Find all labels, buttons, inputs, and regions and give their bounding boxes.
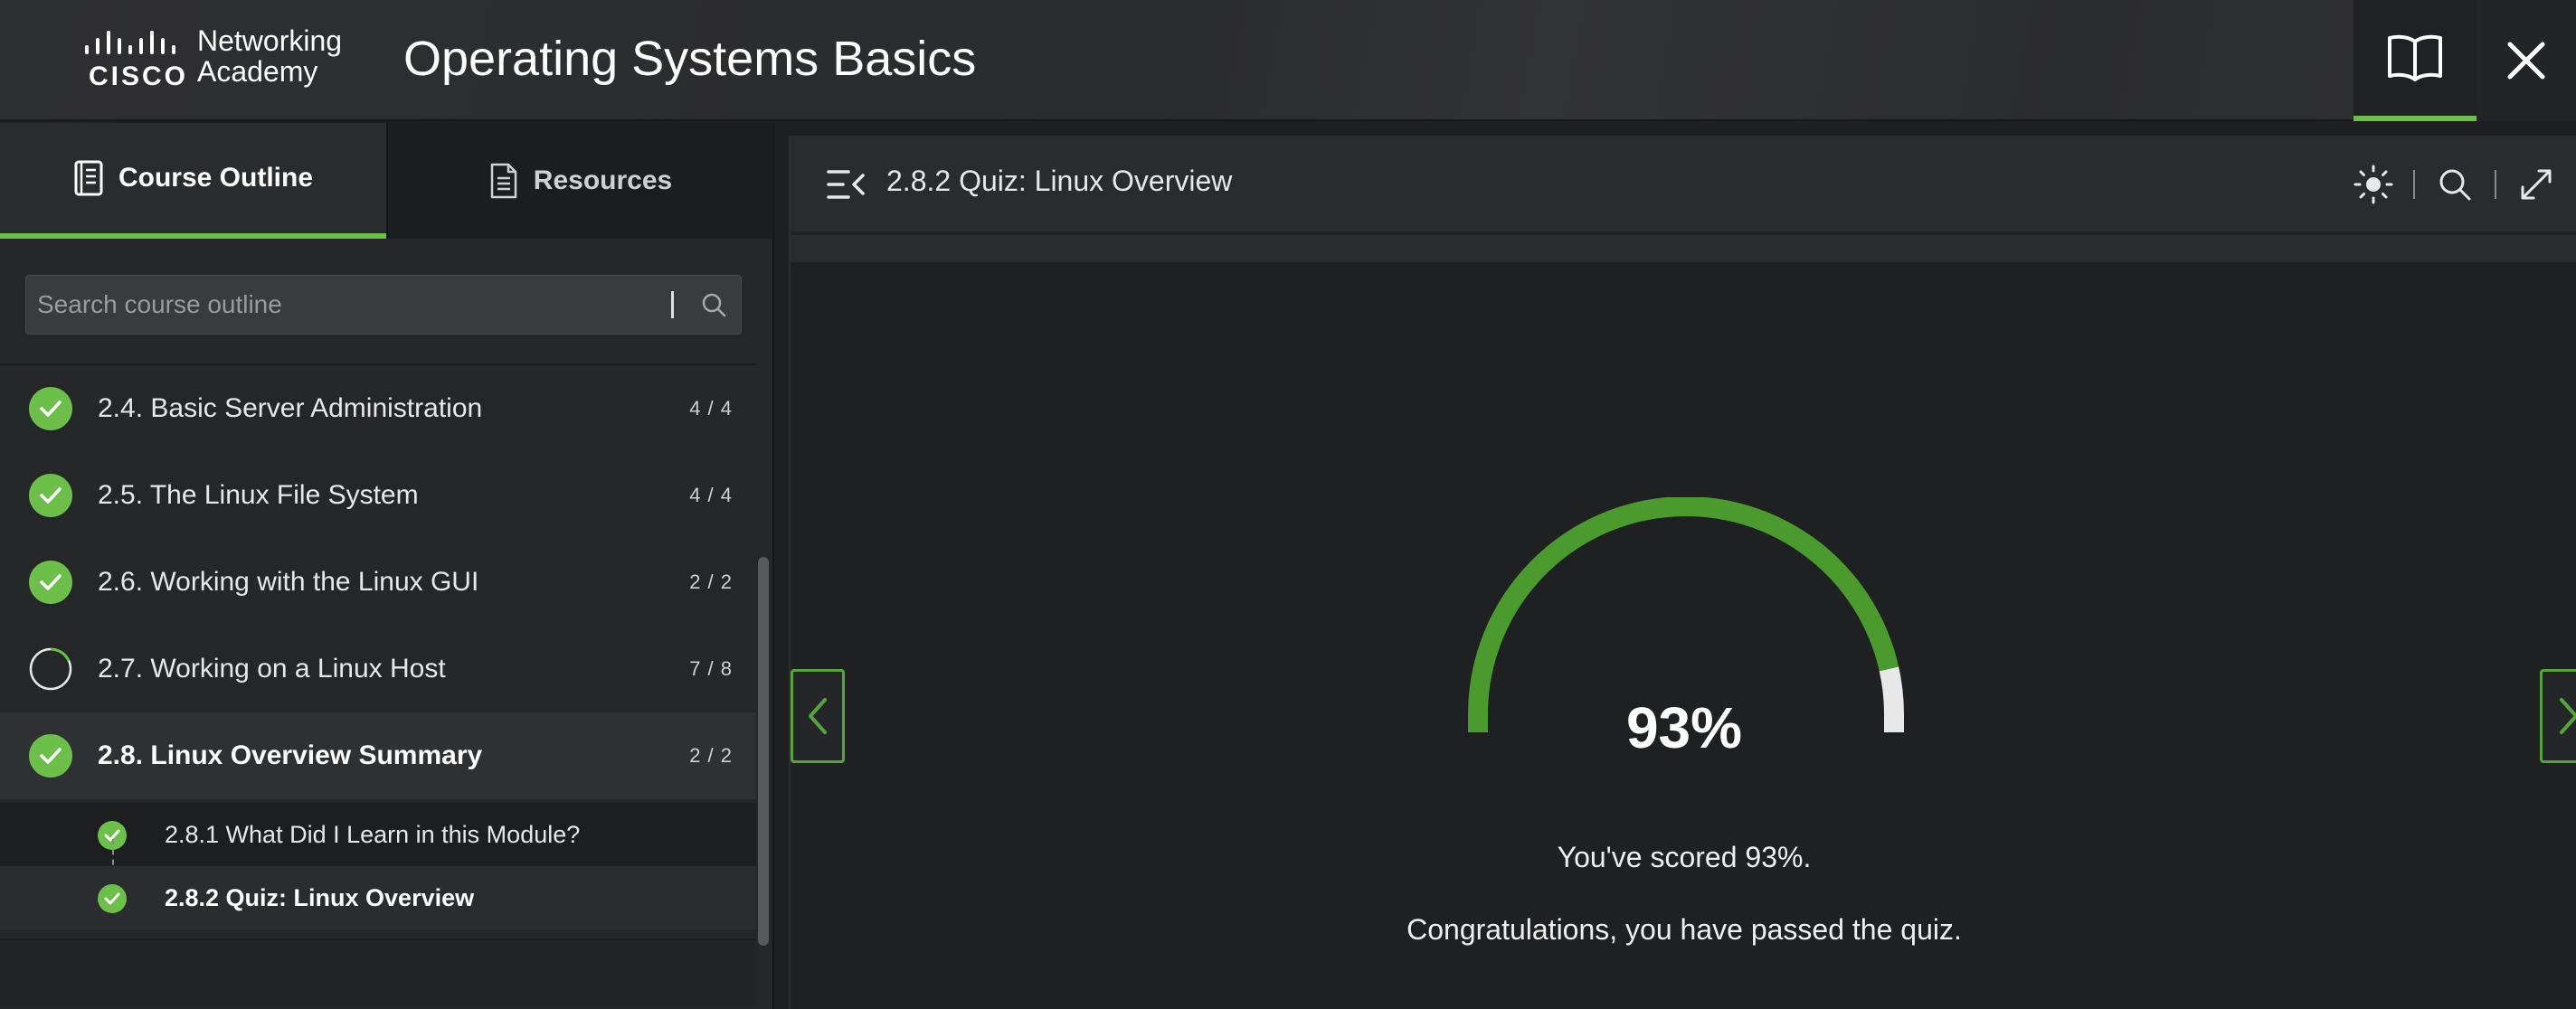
outline-subitem-label: 2.8.2 Quiz: Linux Overview xyxy=(165,883,475,911)
outline-item-label: 2.7. Working on a Linux Host xyxy=(98,654,446,684)
outline-item-2-6[interactable]: 2.6. Working with the Linux GUI 2 / 2 xyxy=(0,539,756,626)
brand-line-2: Academy xyxy=(197,55,318,88)
outline-item-label: 2.8. Linux Overview Summary xyxy=(98,740,483,770)
check-circle-icon xyxy=(29,387,72,430)
tab-label: Resources xyxy=(533,165,673,195)
course-sidebar: Course Outline Resources 2.4. Bas xyxy=(0,123,774,1009)
outline-item-count: 4 / 4 xyxy=(689,397,733,420)
cisco-networking-academy-logo[interactable]: cisco Networking Academy xyxy=(83,25,346,91)
book-open-icon xyxy=(2388,34,2442,81)
outline-item-label: 2.6. Working with the Linux GUI xyxy=(98,567,479,597)
cisco-wordmark: cisco xyxy=(89,61,189,91)
pass-message: Congratulations, you have passed the qui… xyxy=(1406,913,1962,946)
search-icon xyxy=(2439,169,2471,201)
outline-book-icon xyxy=(74,160,103,196)
outline-item-2-7[interactable]: 2.7. Working on a Linux Host 7 / 8 xyxy=(0,626,756,712)
content-title: 2.8.2 Quiz: Linux Overview xyxy=(886,165,1233,197)
close-button[interactable] xyxy=(2477,0,2576,121)
outline-item-label: 2.4. Basic Server Administration xyxy=(98,393,483,423)
expand-icon xyxy=(2521,169,2552,200)
sidebar-footer xyxy=(0,938,756,1007)
outline-item-count: 7 / 8 xyxy=(689,657,733,680)
close-icon xyxy=(2507,42,2545,80)
check-circle-icon xyxy=(29,474,72,517)
content-toolbar: 2.8.2 Quiz: Linux Overview xyxy=(791,136,2576,233)
outline-item-label: 2.5. The Linux File System xyxy=(98,480,419,510)
search-button[interactable] xyxy=(687,292,741,317)
brand-text: Networking Academy xyxy=(197,25,342,87)
tab-resources[interactable]: Resources xyxy=(386,123,772,239)
content-panel: 2.8.2 Quiz: Linux Overview 93% You've sc… xyxy=(789,136,2576,1009)
toolbar-separator xyxy=(2495,170,2496,199)
tab-course-outline[interactable]: Course Outline xyxy=(0,123,386,239)
outline-subitem-label: 2.8.1 What Did I Learn in this Module? xyxy=(165,820,581,848)
outline-item-count: 2 / 2 xyxy=(689,571,733,593)
brand-line-1: Networking xyxy=(197,24,343,57)
outline-item-2-8[interactable]: 2.8. Linux Overview Summary 2 / 2 xyxy=(0,712,756,799)
search-input[interactable] xyxy=(37,290,671,319)
search-box xyxy=(25,275,742,335)
tab-label: Course Outline xyxy=(118,163,314,193)
outline-item-count: 4 / 4 xyxy=(689,484,733,506)
outline-item-count: 2 / 2 xyxy=(689,744,733,767)
score-percentage: 93% xyxy=(1625,695,1743,760)
toolbar-band xyxy=(791,235,2576,262)
score-message: You've scored 93%. xyxy=(1557,841,1812,873)
sidebar-scrollbar[interactable] xyxy=(758,557,769,946)
fullscreen-button[interactable] xyxy=(2514,163,2558,206)
collapse-menu-button[interactable] xyxy=(827,168,867,201)
cisco-logo-bars-icon xyxy=(85,31,175,54)
theme-toggle-button[interactable] xyxy=(2352,163,2395,206)
collapse-menu-icon xyxy=(827,170,865,199)
search-icon xyxy=(702,293,726,317)
document-icon xyxy=(490,163,517,199)
course-title: Operating Systems Basics xyxy=(403,32,977,86)
sun-icon xyxy=(2353,165,2393,204)
app-header: cisco Networking Academy Operating Syste… xyxy=(0,0,2576,121)
progress-ring-icon xyxy=(29,647,72,691)
book-button[interactable] xyxy=(2353,0,2477,121)
sidebar-tabs: Course Outline Resources xyxy=(0,123,772,239)
check-circle-icon xyxy=(29,561,72,604)
check-circle-icon xyxy=(29,734,72,778)
toolbar-separator xyxy=(2413,170,2415,199)
check-circle-icon xyxy=(98,884,127,913)
outline-item-2-4[interactable]: 2.4. Basic Server Administration 4 / 4 xyxy=(0,365,756,452)
search-content-button[interactable] xyxy=(2433,163,2477,206)
outline-subitem-2-8-2[interactable]: 2.8.2 Quiz: Linux Overview xyxy=(0,866,756,929)
outline-item-2-5[interactable]: 2.5. The Linux File System 4 / 4 xyxy=(0,452,756,539)
text-caret xyxy=(671,291,674,318)
